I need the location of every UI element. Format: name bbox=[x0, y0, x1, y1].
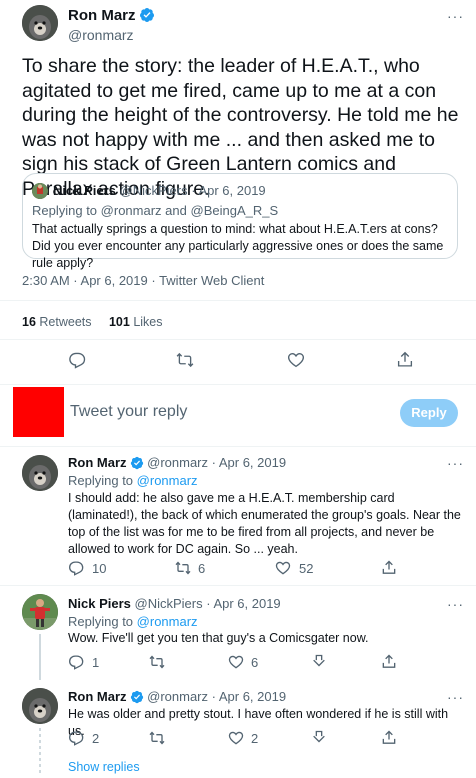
more-options-button[interactable]: ··· bbox=[447, 689, 464, 705]
like-count: 6 bbox=[251, 655, 259, 670]
retweet-icon[interactable] bbox=[175, 351, 195, 369]
divider bbox=[0, 446, 476, 447]
engagement-stats: 16 Retweets 101 Likes bbox=[22, 315, 163, 329]
share-icon[interactable] bbox=[381, 559, 397, 576]
quoted-avatar bbox=[32, 183, 48, 199]
person-avatar-image bbox=[32, 183, 48, 199]
thread-line bbox=[39, 634, 41, 680]
reply-icon[interactable] bbox=[68, 351, 86, 369]
likes-count[interactable]: 101 bbox=[109, 315, 130, 329]
reply-count: 2 bbox=[92, 731, 100, 746]
reply-text: I should add: he also gave me a H.E.A.T.… bbox=[68, 491, 461, 556]
dog-avatar-image bbox=[22, 455, 58, 491]
like-icon[interactable] bbox=[228, 654, 244, 670]
author-handle[interactable]: @ronmarz bbox=[147, 689, 208, 704]
verified-badge-icon bbox=[139, 7, 155, 23]
quoted-text: That actually springs a question to mind… bbox=[32, 222, 444, 270]
verified-badge-icon bbox=[130, 456, 144, 470]
reply-header: Nick Piers @NickPiers · Apr 6, 2019 bbox=[68, 596, 281, 611]
reply-count: 10 bbox=[92, 561, 107, 576]
like-count: 2 bbox=[251, 731, 259, 746]
reply-button[interactable]: Reply bbox=[400, 399, 458, 427]
divider bbox=[0, 300, 476, 301]
like-icon[interactable] bbox=[287, 351, 305, 369]
reply-date[interactable]: · Apr 6, 2019 bbox=[206, 596, 280, 611]
author-handle[interactable]: @NickPiers bbox=[135, 596, 203, 611]
reply-icon[interactable] bbox=[68, 560, 84, 576]
retweet-icon[interactable] bbox=[148, 730, 166, 746]
quoted-replying-to-2: @BeingA_R_S bbox=[190, 203, 279, 218]
reply-icon[interactable] bbox=[68, 654, 84, 670]
reply-text: He was older and pretty stout. I have of… bbox=[68, 707, 449, 738]
divider bbox=[0, 384, 476, 385]
share-icon[interactable] bbox=[396, 350, 414, 369]
quoted-date: · Apr 6, 2019 bbox=[191, 183, 266, 198]
reply-date[interactable]: · Apr 6, 2019 bbox=[212, 455, 286, 470]
reply-date[interactable]: · Apr 6, 2019 bbox=[212, 689, 286, 704]
more-options-button[interactable]: ··· bbox=[447, 596, 464, 612]
tweet-timestamp[interactable]: 2:30 AM · Apr 6, 2019 · Twitter Web Clie… bbox=[22, 273, 264, 288]
author-block: Ron Marz @ronmarz bbox=[68, 7, 155, 43]
reply-count: 1 bbox=[92, 655, 100, 670]
share-icon[interactable] bbox=[381, 729, 397, 746]
retweet-icon[interactable] bbox=[148, 654, 166, 670]
share-icon[interactable] bbox=[381, 653, 397, 670]
avatar[interactable] bbox=[22, 688, 58, 724]
likes-label[interactable]: Likes bbox=[133, 315, 162, 329]
quoted-replying-to-1: @ronmarz bbox=[100, 203, 162, 218]
show-replies-link[interactable]: Show replies bbox=[68, 760, 140, 774]
analytics-icon[interactable] bbox=[311, 653, 327, 670]
verified-badge-icon bbox=[130, 690, 144, 704]
avatar[interactable] bbox=[22, 594, 58, 630]
composer-avatar bbox=[13, 387, 64, 437]
author-name[interactable]: Ron Marz bbox=[68, 7, 136, 24]
person-avatar-image bbox=[22, 594, 58, 630]
more-options-button[interactable]: ··· bbox=[447, 8, 464, 24]
reply-text: Wow. Five'll get you ten that guy's a Co… bbox=[68, 631, 369, 645]
replying-label: Replying to bbox=[68, 614, 134, 629]
divider bbox=[0, 339, 476, 340]
dog-avatar-image bbox=[22, 688, 58, 724]
like-count: 52 bbox=[299, 561, 314, 576]
author-handle[interactable]: @ronmarz bbox=[68, 27, 155, 43]
author-handle[interactable]: @ronmarz bbox=[147, 455, 208, 470]
retweet-count: 6 bbox=[198, 561, 206, 576]
analytics-icon[interactable] bbox=[311, 729, 327, 746]
author-name[interactable]: Ron Marz bbox=[68, 689, 127, 704]
quoted-author-name: Nick Piers bbox=[53, 183, 116, 198]
retweet-icon[interactable] bbox=[174, 560, 192, 576]
retweets-count[interactable]: 16 bbox=[22, 315, 36, 329]
quoted-author-handle: @NickPiers bbox=[119, 183, 188, 198]
replying-label: Replying to bbox=[68, 473, 134, 488]
more-options-button[interactable]: ··· bbox=[447, 455, 464, 471]
retweets-label[interactable]: Retweets bbox=[39, 315, 91, 329]
author-name[interactable]: Nick Piers bbox=[68, 596, 131, 611]
avatar[interactable] bbox=[22, 455, 58, 491]
reply-header: Ron Marz @ronmarz · Apr 6, 2019 bbox=[68, 689, 286, 704]
thread-line-dotted bbox=[39, 728, 41, 774]
divider bbox=[0, 585, 476, 586]
reply-input[interactable]: Tweet your reply bbox=[70, 403, 187, 421]
replying-to-link[interactable]: @ronmarz bbox=[137, 473, 198, 488]
dog-avatar-image bbox=[22, 5, 58, 41]
like-icon[interactable] bbox=[228, 730, 244, 746]
reply-header: Ron Marz @ronmarz · Apr 6, 2019 bbox=[68, 455, 286, 470]
quoted-tweet[interactable]: Nick Piers @NickPiers · Apr 6, 2019 Repl… bbox=[22, 173, 458, 270]
author-name[interactable]: Ron Marz bbox=[68, 455, 127, 470]
replying-to-link[interactable]: @ronmarz bbox=[137, 614, 198, 629]
quoted-replying-and: and bbox=[165, 203, 187, 218]
avatar[interactable] bbox=[22, 5, 58, 41]
quoted-replying-label: Replying to bbox=[32, 203, 98, 218]
like-icon[interactable] bbox=[275, 560, 291, 576]
reply-icon[interactable] bbox=[68, 730, 84, 746]
